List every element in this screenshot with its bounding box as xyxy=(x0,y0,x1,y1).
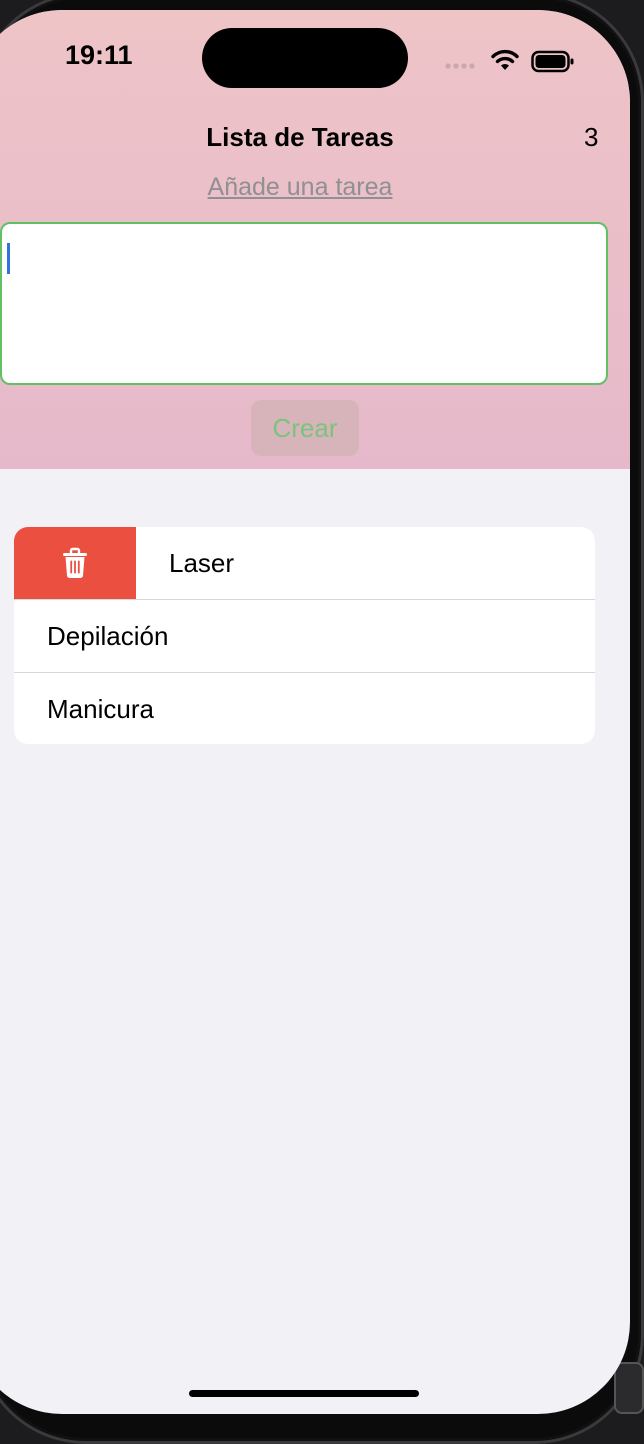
delete-action-button[interactable] xyxy=(14,527,136,599)
dynamic-island xyxy=(202,28,408,88)
wifi-icon xyxy=(491,49,519,70)
signal-dots-icon xyxy=(445,63,475,69)
status-time: 19:11 xyxy=(65,40,133,70)
text-cursor xyxy=(7,243,10,274)
create-button[interactable]: Crear xyxy=(251,400,359,456)
battery-icon xyxy=(531,50,574,73)
list-item-label: Depilación xyxy=(47,621,169,651)
list-item-label: Manicura xyxy=(47,694,154,724)
trash-icon xyxy=(63,547,87,578)
list-item-label: Laser xyxy=(169,548,235,578)
header: 19:11 Lista de Tareas 3 Añade una tarea … xyxy=(0,10,630,469)
app-screen: 19:11 Lista de Tareas 3 Añade una tarea … xyxy=(0,10,630,1414)
task-list: Laser Depilación Manicura xyxy=(14,527,595,744)
list-item[interactable]: Manicura xyxy=(14,673,595,744)
list-item[interactable]: Laser xyxy=(14,527,595,599)
task-count: 3 xyxy=(584,122,599,152)
list-item[interactable]: Depilación xyxy=(14,600,595,672)
page-title: Lista de Tareas xyxy=(206,122,394,152)
side-button xyxy=(614,1362,644,1414)
add-task-label[interactable]: Añade una tarea xyxy=(0,173,630,202)
home-indicator[interactable] xyxy=(189,1390,419,1397)
task-input[interactable] xyxy=(0,222,608,385)
